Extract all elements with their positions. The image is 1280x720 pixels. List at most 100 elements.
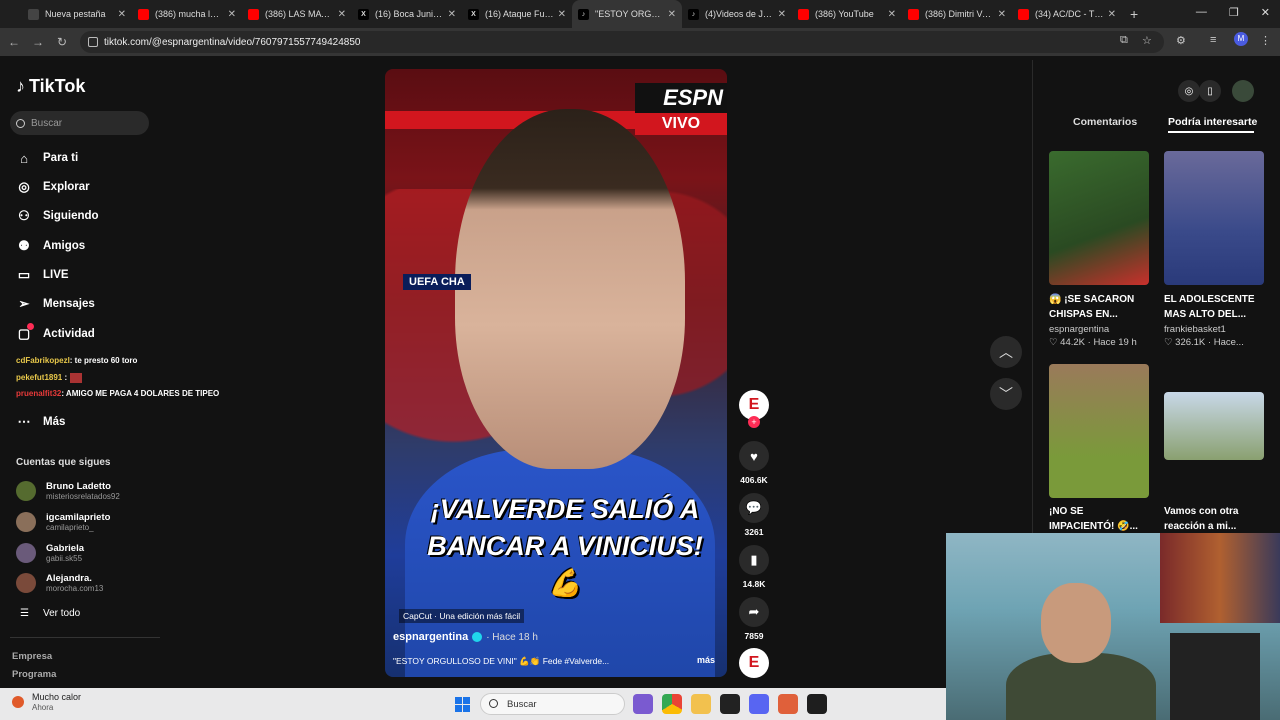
comment-button[interactable]: 💬 3261 — [739, 493, 769, 537]
app-icon[interactable] — [720, 694, 740, 714]
like-button[interactable]: ♥ 406.6K — [739, 441, 769, 485]
video-user[interactable]: espnargentina — [1049, 324, 1109, 335]
browser-tab[interactable]: Nueva pestaña ✕ — [22, 0, 132, 28]
save-button[interactable]: ▮ 14.8K — [739, 545, 769, 589]
chrome-icon[interactable] — [662, 694, 682, 714]
forward-icon[interactable]: → — [26, 35, 50, 49]
weather-widget[interactable]: Mucho calor Ahora — [12, 692, 81, 712]
chevron-up-icon[interactable]: ︿ — [990, 336, 1022, 368]
browser-tab[interactable]: (386) Dimitri Veg... ✕ — [902, 0, 1012, 28]
following-account[interactable]: igcamilaprieto camilaprieto_ — [16, 512, 110, 532]
nav-explorar[interactable]: ◎ Explorar — [16, 179, 89, 195]
profile-avatar[interactable]: M — [1234, 32, 1248, 46]
chat-message: pekefut1891 : — [16, 373, 83, 383]
close-tab-icon[interactable]: ✕ — [998, 9, 1006, 20]
new-tab-button[interactable]: + — [1130, 6, 1138, 22]
terminal-icon[interactable] — [807, 694, 827, 714]
video-thumbnail[interactable] — [1164, 151, 1264, 285]
close-tab-icon[interactable]: ✕ — [118, 9, 126, 20]
home-icon: ⌂ — [20, 150, 28, 166]
phone-icon[interactable]: ▯ — [1199, 80, 1221, 102]
browser-tab[interactable]: ♪(4)Videos de JOR...✕ — [682, 0, 792, 28]
nav-mas[interactable]: ⋯ Más — [16, 414, 66, 430]
close-tab-icon[interactable]: ✕ — [558, 9, 566, 20]
tab-comments[interactable]: Comentarios — [1073, 116, 1137, 128]
video-title[interactable]: Vamos con otra reacción a mi... — [1164, 504, 1260, 534]
browser-tab[interactable]: X(16) Ataque Futbo...✕ — [462, 0, 572, 28]
video-caption: ¡VALVERDE SALIÓ A BANCAR A VINICIUS! 💪 — [427, 494, 703, 598]
taskbar-search[interactable]: Buscar — [480, 693, 625, 715]
share-button[interactable]: ➦ 7859 — [739, 597, 769, 641]
windows-start-icon[interactable] — [455, 697, 470, 712]
more-button[interactable]: más — [697, 655, 715, 665]
bookmark-star-icon[interactable]: ☆ — [1142, 34, 1152, 47]
video-author[interactable]: espnargentina · Hace 18 h — [393, 631, 538, 643]
footer-link-programa[interactable]: Programa — [12, 669, 56, 680]
video-stats: ♡ 44.2K · Hace 19 h — [1049, 337, 1137, 348]
nav-para-ti[interactable]: ⌂ Para ti — [16, 150, 78, 166]
nav-mensajes[interactable]: ➢ Mensajes — [16, 296, 95, 312]
compass-icon[interactable]: ◎ — [1178, 80, 1200, 102]
close-tab-icon[interactable]: ✕ — [1108, 9, 1116, 20]
file-explorer-icon[interactable] — [691, 694, 711, 714]
chevron-down-icon[interactable]: ﹀ — [990, 378, 1022, 410]
video-title[interactable]: ¡NO SE IMPACIENTÓ! 🤣... — [1049, 504, 1145, 534]
close-tab-icon[interactable]: ✕ — [778, 9, 786, 20]
back-icon[interactable]: ← — [2, 35, 26, 49]
verified-icon — [472, 632, 483, 642]
espn-live-badge: ESPN VIVO — [635, 83, 727, 135]
teams-icon[interactable] — [633, 694, 653, 714]
reading-list-icon[interactable]: ≡ — [1210, 34, 1216, 46]
video-user[interactable]: frankiebasket1 — [1164, 324, 1226, 335]
following-account[interactable]: Bruno Ladetto misteriosrelatados92 — [16, 481, 120, 501]
footer-link-empresa[interactable]: Empresa — [12, 651, 52, 662]
tab-podria-interesarte[interactable]: Podría interesarte — [1168, 116, 1257, 128]
youtube-icon — [248, 8, 259, 20]
nav-amigos[interactable]: ⚉ Amigos — [16, 238, 85, 254]
nav-live[interactable]: ▭ LIVE — [16, 267, 69, 283]
minimize-icon[interactable]: — — [1196, 6, 1207, 19]
video-thumbnail[interactable] — [1164, 392, 1264, 460]
browser-tab-active[interactable]: ♪"ESTOY ORGULLO...✕ — [572, 0, 682, 28]
follow-plus-icon[interactable]: + — [748, 416, 760, 428]
maximize-icon[interactable]: ❐ — [1229, 6, 1239, 19]
video-player[interactable]: UEFA CHA ESPN VIVO ¡VALVERDE SALIÓ A BAN… — [385, 69, 727, 677]
video-title[interactable]: 😱 ¡SE SACARON CHISPAS EN... — [1049, 292, 1145, 322]
site-info-icon[interactable] — [88, 37, 98, 47]
video-thumbnail[interactable] — [1049, 364, 1149, 498]
browser-tab[interactable]: (34) AC/DC - Thu...✕ — [1012, 0, 1122, 28]
ver-todo-link[interactable]: ☰ Ver todo — [20, 608, 80, 619]
close-tab-icon[interactable]: ✕ — [668, 9, 676, 20]
browser-tab[interactable]: X (16) Boca Juniors ✕ — [352, 0, 462, 28]
close-tab-icon[interactable]: ✕ — [448, 9, 456, 20]
tiktok-logo[interactable]: ♪ TikTok — [16, 76, 85, 97]
following-account[interactable]: Alejandra. morocha.com13 — [16, 573, 103, 593]
close-tab-icon[interactable]: ✕ — [888, 9, 896, 20]
discord-icon[interactable] — [749, 694, 769, 714]
close-tab-icon[interactable]: ✕ — [338, 9, 346, 20]
close-window-icon[interactable]: ✕ — [1261, 6, 1270, 19]
video-stats: ♡ 326.1K · Hace... — [1164, 337, 1244, 348]
search-input[interactable]: Buscar — [10, 111, 149, 135]
video-thumbnail[interactable] — [1049, 151, 1149, 285]
following-account[interactable]: Gabriela gabii.sk55 — [16, 543, 84, 563]
reload-icon[interactable]: ↻ — [50, 35, 74, 49]
music-disc-icon[interactable]: E — [739, 648, 769, 678]
youtube-icon — [908, 8, 919, 20]
close-tab-icon[interactable]: ✕ — [228, 9, 236, 20]
video-title[interactable]: EL ADOLESCENTE MAS ALTO DEL... — [1164, 292, 1260, 322]
install-icon[interactable]: ⧉ — [1120, 34, 1128, 47]
nav-actividad[interactable]: ▢ Actividad — [16, 323, 95, 342]
chat-message: cdFabrikopezl: te presto 60 toro — [16, 356, 138, 365]
browser-tab[interactable]: (386) mucha luch...✕ — [132, 0, 242, 28]
capcut-link[interactable]: CapCut · Una edición más fácil — [399, 609, 525, 623]
video-player-face — [455, 109, 685, 469]
brave-icon[interactable] — [778, 694, 798, 714]
extensions-icon[interactable]: ⚙ — [1176, 34, 1186, 47]
profile-avatar[interactable] — [1232, 80, 1254, 102]
url-field[interactable]: tiktok.com/@espnargentina/video/76079715… — [80, 31, 1164, 53]
browser-tab[interactable]: (386) YouTube ✕ — [792, 0, 902, 28]
browser-tab[interactable]: (386) LAS MAYOR...✕ — [242, 0, 352, 28]
menu-dots-icon[interactable]: ⋮ — [1260, 34, 1271, 47]
nav-siguiendo[interactable]: ⚇ Siguiendo — [16, 208, 98, 224]
